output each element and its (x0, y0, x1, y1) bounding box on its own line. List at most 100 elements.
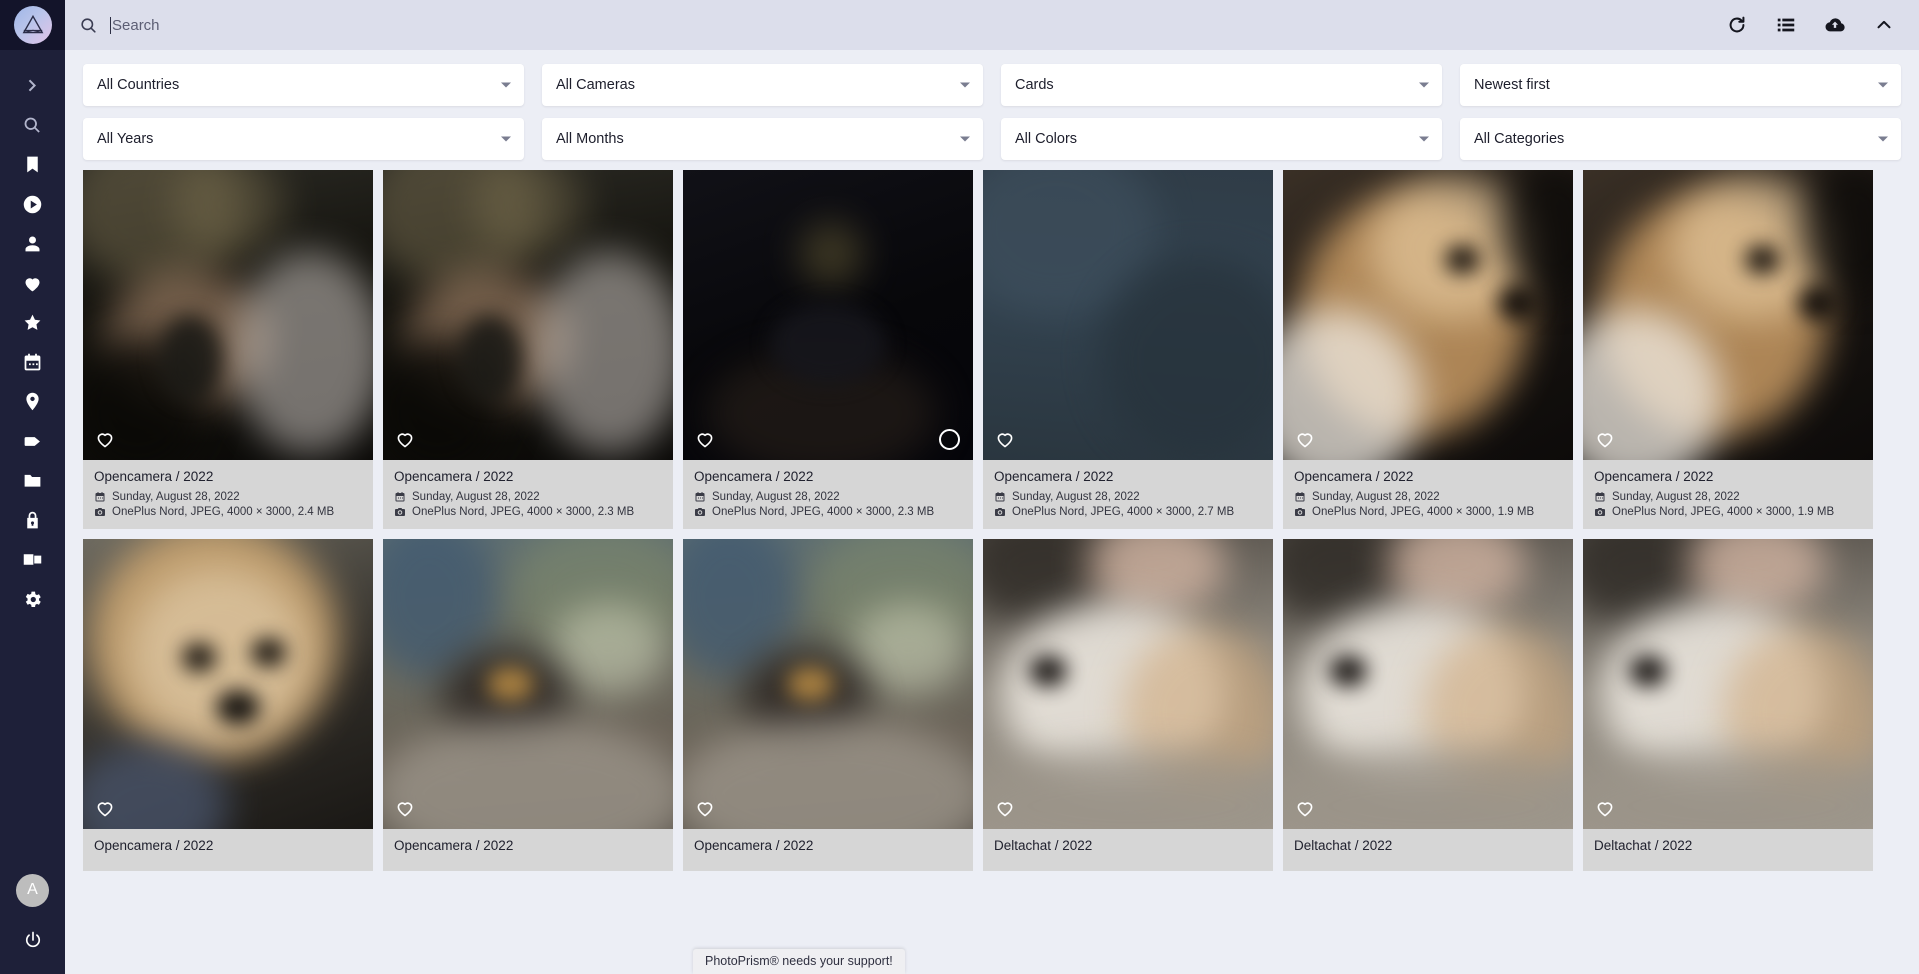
heart-outline-icon[interactable] (694, 428, 716, 450)
main-content: Search All Countries All Cameras (65, 0, 1919, 974)
photo-info-row: OnePlus Nord, JPEG, 4000 × 3000, 2.3 MB (394, 506, 662, 518)
photo-thumbnail[interactable] (1583, 170, 1873, 460)
photo-thumbnail[interactable] (1583, 539, 1873, 829)
heart-outline-icon[interactable] (994, 428, 1016, 450)
sidebar-item-private[interactable] (0, 501, 65, 541)
sidebar-item-videos[interactable] (0, 185, 65, 225)
search-input[interactable]: Search (98, 0, 1726, 50)
search-placeholder: Search (112, 17, 160, 34)
photo-thumbnail[interactable] (83, 170, 373, 460)
sidebar-item-favorites[interactable] (0, 264, 65, 304)
photo-thumbnail[interactable] (1283, 539, 1573, 829)
month-filter-value: All Months (556, 131, 624, 147)
photo-thumbnail[interactable] (683, 539, 973, 829)
avatar[interactable]: A (16, 874, 49, 907)
sidebar-item-search[interactable] (0, 106, 65, 146)
photo-card[interactable]: Opencamera / 2022 (83, 539, 373, 871)
chevron-down-icon (1878, 137, 1888, 142)
camera-icon (694, 506, 706, 518)
sidebar-item-library[interactable] (0, 540, 65, 580)
select-toggle-icon[interactable] (939, 429, 960, 450)
heart-outline-icon[interactable] (1294, 428, 1316, 450)
photo-card[interactable]: Opencamera / 2022 Sunday, August 28, 202… (1283, 170, 1573, 529)
list-view-icon[interactable] (1775, 14, 1797, 36)
search-icon (79, 16, 98, 35)
country-filter[interactable]: All Countries (83, 64, 524, 106)
heart-outline-icon[interactable] (1594, 797, 1616, 819)
sidebar-item-expand[interactable] (0, 66, 65, 106)
view-filter[interactable]: Cards (1001, 64, 1442, 106)
sidebar-item-places[interactable] (0, 382, 65, 422)
calendar-icon (1594, 491, 1606, 503)
sidebar-item-labels[interactable] (0, 422, 65, 462)
camera-icon (994, 506, 1006, 518)
photo-meta: Deltachat / 2022 (1283, 829, 1573, 871)
color-filter[interactable]: All Colors (1001, 118, 1442, 160)
photo-thumbnail[interactable] (983, 539, 1273, 829)
view-filter-value: Cards (1015, 77, 1054, 93)
heart-outline-icon[interactable] (94, 428, 116, 450)
photo-card[interactable]: Deltachat / 2022 (983, 539, 1273, 871)
photo-thumbnail[interactable] (1283, 170, 1573, 460)
calendar-icon (394, 491, 406, 503)
photo-thumbnail[interactable] (83, 539, 373, 829)
heart-outline-icon[interactable] (1594, 428, 1616, 450)
photo-title: Opencamera / 2022 (694, 838, 962, 853)
camera-filter[interactable]: All Cameras (542, 64, 983, 106)
chevron-down-icon (1878, 83, 1888, 88)
photo-info: OnePlus Nord, JPEG, 4000 × 3000, 2.3 MB (712, 506, 934, 518)
heart-outline-icon[interactable] (394, 428, 416, 450)
photo-meta: Opencamera / 2022 Sunday, August 28, 202… (83, 460, 373, 529)
category-filter[interactable]: All Categories (1460, 118, 1901, 160)
photo-title: Opencamera / 2022 (394, 469, 662, 484)
photo-thumbnail[interactable] (983, 170, 1273, 460)
photo-meta: Opencamera / 2022 Sunday, August 28, 202… (983, 460, 1273, 529)
year-filter-value: All Years (97, 131, 153, 147)
photo-card[interactable]: Opencamera / 2022 Sunday, August 28, 202… (983, 170, 1273, 529)
chevron-up-icon[interactable] (1873, 14, 1895, 36)
photo-card[interactable]: Opencamera / 2022 Sunday, August 28, 202… (683, 170, 973, 529)
chevron-down-icon (501, 83, 511, 88)
support-banner[interactable]: PhotoPrism® needs your support! (693, 949, 905, 974)
heart-outline-icon[interactable] (994, 797, 1016, 819)
photo-card[interactable]: Opencamera / 2022 Sunday, August 28, 202… (1583, 170, 1873, 529)
sidebar-item-people[interactable] (0, 224, 65, 264)
heart-outline-icon[interactable] (394, 797, 416, 819)
photo-meta: Deltachat / 2022 (1583, 829, 1873, 871)
photo-card[interactable]: Deltachat / 2022 (1283, 539, 1573, 871)
photo-title: Opencamera / 2022 (394, 838, 662, 853)
photo-image (683, 170, 973, 460)
photo-card[interactable]: Opencamera / 2022 Sunday, August 28, 202… (383, 170, 673, 529)
photo-card[interactable]: Opencamera / 2022 Sunday, August 28, 202… (83, 170, 373, 529)
photo-info-row: OnePlus Nord, JPEG, 4000 × 3000, 2.7 MB (994, 506, 1262, 518)
sort-filter[interactable]: Newest first (1460, 64, 1901, 106)
sidebar-item-settings[interactable] (0, 580, 65, 620)
photo-card[interactable]: Deltachat / 2022 (1583, 539, 1873, 871)
app-logo[interactable] (0, 0, 65, 50)
year-filter[interactable]: All Years (83, 118, 524, 160)
photo-thumbnail[interactable] (383, 170, 673, 460)
sidebar-item-moments[interactable] (0, 303, 65, 343)
photo-card[interactable]: Opencamera / 2022 (683, 539, 973, 871)
month-filter[interactable]: All Months (542, 118, 983, 160)
calendar-icon (994, 491, 1006, 503)
power-icon[interactable] (0, 921, 65, 961)
photo-thumbnail[interactable] (683, 170, 973, 460)
heart-outline-icon[interactable] (1294, 797, 1316, 819)
sidebar-item-albums[interactable] (0, 145, 65, 185)
sidebar-item-calendar[interactable] (0, 343, 65, 383)
photo-grid: Opencamera / 2022 Sunday, August 28, 202… (65, 170, 1919, 974)
refresh-icon[interactable] (1726, 14, 1748, 36)
topbar: Search (65, 0, 1919, 50)
photo-card[interactable]: Opencamera / 2022 (383, 539, 673, 871)
photo-info: OnePlus Nord, JPEG, 4000 × 3000, 2.3 MB (412, 506, 634, 518)
heart-outline-icon[interactable] (694, 797, 716, 819)
avatar-initial: A (27, 881, 38, 899)
photo-thumbnail[interactable] (383, 539, 673, 829)
sidebar-nav (0, 50, 65, 619)
sidebar-item-folders[interactable] (0, 461, 65, 501)
photo-date: Sunday, August 28, 2022 (1312, 491, 1440, 503)
chevron-down-icon (1419, 137, 1429, 142)
heart-outline-icon[interactable] (94, 797, 116, 819)
cloud-upload-icon[interactable] (1824, 14, 1846, 36)
